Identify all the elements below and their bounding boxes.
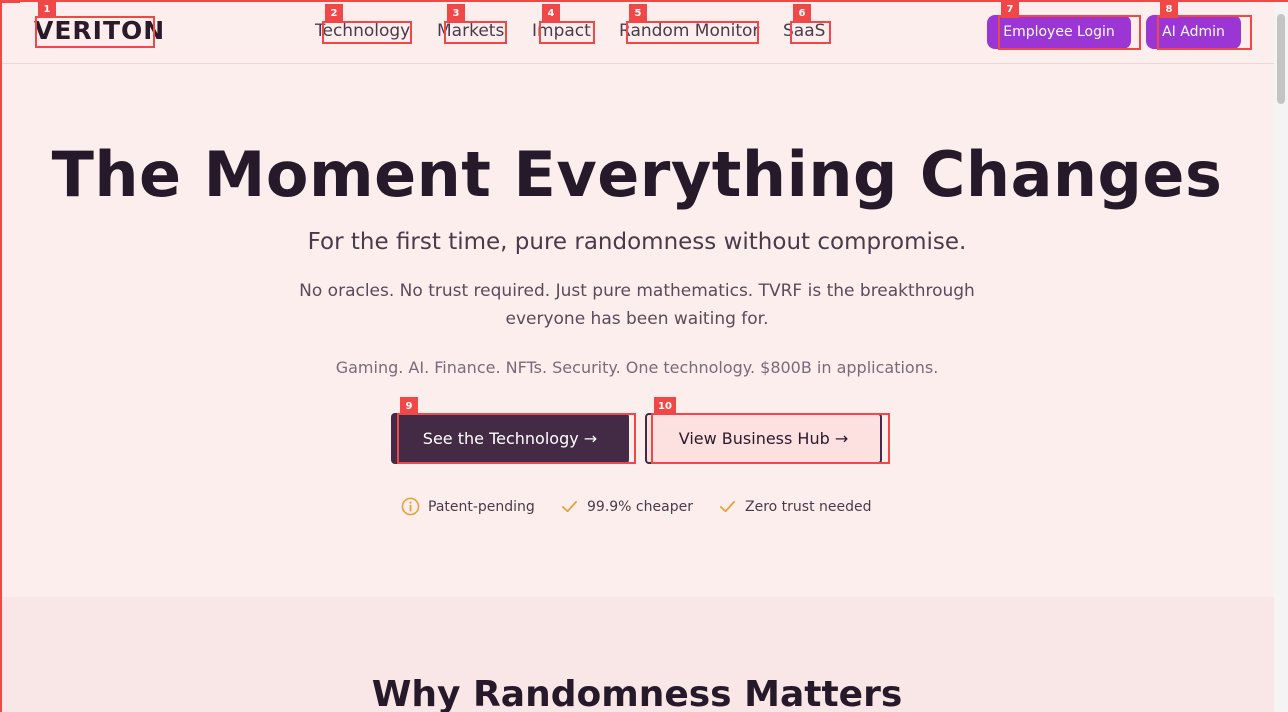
overlay-tag-see-technology: 9: [400, 397, 418, 415]
page-scrollbar[interactable]: [1274, 0, 1288, 712]
info-circle-icon: [401, 497, 420, 516]
hero-subtitle: For the first time, pure randomness with…: [307, 229, 967, 255]
overlay-tag-technology: 2: [325, 4, 343, 22]
scrollbar-thumb[interactable]: [1277, 14, 1285, 104]
overlay-tag-ai-admin: 8: [1160, 0, 1178, 18]
view-business-hub-button[interactable]: View Business Hub →: [645, 413, 882, 464]
feature-patent-pending: Patent-pending: [401, 497, 535, 516]
hero-title: The Moment Everything Changes: [51, 138, 1223, 211]
overlay-tag-logo: 1: [38, 0, 56, 18]
feature-zero-trust: Zero trust needed: [718, 497, 872, 516]
nav-random-monitor[interactable]: Random Monitor: [619, 21, 759, 41]
overlay-tag-business-hub: 10: [654, 397, 676, 415]
overlay-tag-impact: 4: [542, 4, 560, 22]
ai-admin-button[interactable]: AI Admin: [1146, 15, 1241, 49]
overlay-tag-markets: 3: [447, 4, 465, 22]
feature-label: 99.9% cheaper: [587, 498, 693, 515]
hero-description: No oracles. No trust required. Just pure…: [299, 281, 975, 329]
hero-tagline: Gaming. AI. Finance. NFTs. Security. One…: [335, 358, 939, 377]
feature-label: Patent-pending: [428, 498, 535, 515]
feature-label: Zero trust needed: [745, 498, 872, 515]
nav-impact[interactable]: Impact: [532, 21, 591, 41]
employee-login-button[interactable]: Employee Login: [987, 15, 1131, 49]
overlay-tag-random-monitor: 5: [629, 4, 647, 22]
check-icon: [560, 497, 579, 516]
see-technology-button[interactable]: See the Technology →: [391, 413, 629, 464]
corner-marker: [0, 0, 20, 3]
nav-saas[interactable]: SaaS: [783, 21, 825, 41]
nav-technology[interactable]: Technology: [315, 21, 410, 41]
section-title: Why Randomness Matters: [371, 674, 903, 712]
check-icon: [718, 497, 737, 516]
feature-cheaper: 99.9% cheaper: [560, 497, 693, 516]
nav-markets[interactable]: Markets: [437, 21, 504, 41]
logo[interactable]: VERITON: [34, 16, 165, 45]
overlay-tag-saas: 6: [793, 4, 811, 22]
overlay-tag-employee-login: 7: [1001, 0, 1019, 18]
